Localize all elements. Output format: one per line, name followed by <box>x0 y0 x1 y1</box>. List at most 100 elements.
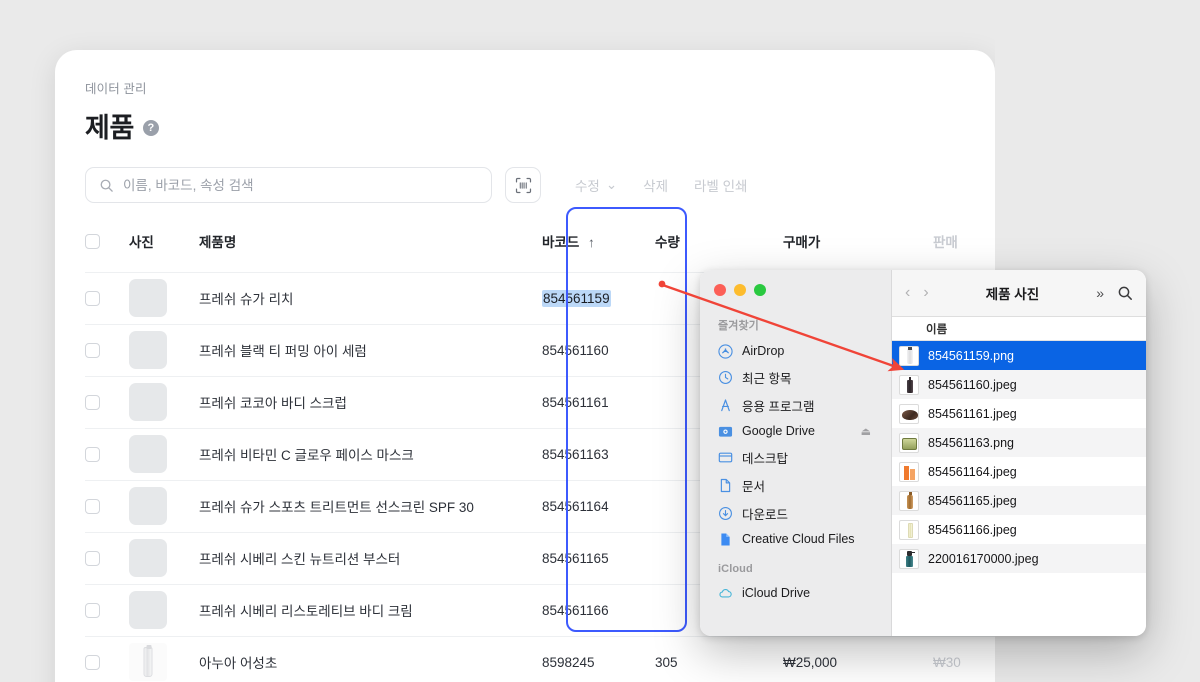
row-checkbox[interactable] <box>85 603 100 618</box>
sidebar-item-documents[interactable]: 문서 <box>700 471 891 499</box>
sidebar-item-downloads[interactable]: 다운로드 <box>700 499 891 527</box>
product-barcode: 854561166 <box>542 584 655 636</box>
row-checkbox[interactable] <box>85 499 100 514</box>
sidebar-item-label: 최근 항목 <box>742 368 791 387</box>
file-name: 854561166.jpeg <box>928 523 1017 537</box>
selected-barcode-text: 854561159 <box>542 290 611 307</box>
list-item[interactable]: 854561163.png <box>892 428 1146 457</box>
column-header-name[interactable]: 제품명 <box>199 226 542 272</box>
forward-icon[interactable]: › <box>923 285 928 301</box>
minimize-window-button[interactable] <box>734 284 746 296</box>
file-name: 854561161.jpeg <box>928 407 1017 421</box>
document-icon <box>718 478 733 493</box>
more-toolbar-items-icon[interactable]: » <box>1096 285 1104 301</box>
product-thumbnail-placeholder <box>129 279 167 317</box>
product-thumbnail-placeholder <box>129 435 167 473</box>
search-input[interactable] <box>123 178 478 193</box>
sidebar-item-label: 데스크탑 <box>742 448 788 467</box>
desktop-icon <box>718 450 733 465</box>
print-label-action-label: 라벨 인쇄 <box>694 175 747 195</box>
page-title-row: 제품 ? <box>85 106 965 145</box>
delete-action[interactable]: 삭제 <box>643 175 668 195</box>
file-name: 854561165.jpeg <box>928 494 1017 508</box>
download-icon <box>718 506 733 521</box>
row-checkbox[interactable] <box>85 655 100 670</box>
file-list-column-header[interactable]: 이름 <box>892 317 1146 341</box>
toolbar-actions: 수정 ⌄ 삭제 라벨 인쇄 <box>575 175 747 195</box>
search-icon[interactable] <box>1117 285 1133 301</box>
finder-titlebar: ‹ › 제품 사진 » <box>892 270 1146 317</box>
file-name: 854561159.png <box>928 349 1014 363</box>
sidebar-item-airdrop[interactable]: AirDrop <box>700 339 891 363</box>
product-barcode: 854561160 <box>542 324 655 376</box>
barcode-scan-button[interactable] <box>505 167 541 203</box>
print-label-action[interactable]: 라벨 인쇄 <box>694 175 747 195</box>
product-name: 아누아 어성초 <box>199 636 542 682</box>
row-checkbox[interactable] <box>85 291 100 306</box>
row-checkbox[interactable] <box>85 551 100 566</box>
table-row[interactable]: 아누아 어성초 8598245 305 ₩25,000 ₩30 <box>85 636 995 682</box>
row-checkbox[interactable] <box>85 343 100 358</box>
sidebar-item-label: 문서 <box>742 476 765 495</box>
column-header-sale-price[interactable]: 판매 <box>933 226 995 272</box>
product-barcode: 854561165 <box>542 532 655 584</box>
page-title: 제품 <box>85 106 134 145</box>
cloud-icon <box>718 586 733 601</box>
close-window-button[interactable] <box>714 284 726 296</box>
table-header-row: 사진 제품명 바코드 ↑ 수량 구매가 판매 <box>85 226 995 272</box>
breadcrumb: 데이터 관리 <box>85 78 965 97</box>
eject-icon[interactable]: ⏏ <box>861 425 881 438</box>
sidebar-item-creative-cloud-files[interactable]: Creative Cloud Files <box>700 527 891 551</box>
product-quantity: 305 <box>655 636 783 682</box>
barcode-scan-icon <box>515 177 532 194</box>
file-name: 854561164.jpeg <box>928 465 1017 479</box>
product-name: 프레쉬 슈가 리치 <box>199 272 542 324</box>
list-item[interactable]: 854561165.jpeg <box>892 486 1146 515</box>
list-item[interactable]: 854561160.jpeg <box>892 370 1146 399</box>
list-item[interactable]: 220016170000.jpeg <box>892 544 1146 573</box>
sidebar-item-label: Google Drive <box>742 424 815 438</box>
product-name: 프레쉬 코코아 바디 스크럽 <box>199 376 542 428</box>
column-header-quantity[interactable]: 수량 <box>655 226 783 272</box>
creative-cloud-file-icon <box>718 532 733 547</box>
sidebar-item-applications[interactable]: 응용 프로그램 ⏏ <box>700 391 891 419</box>
column-header-photo[interactable]: 사진 <box>129 226 199 272</box>
select-all-header <box>85 226 129 272</box>
file-thumbnail <box>899 346 919 366</box>
sidebar-item-desktop[interactable]: 데스크탑 <box>700 443 891 471</box>
finder-main-panel: ‹ › 제품 사진 » 이름 854561159.png <box>892 270 1146 636</box>
sidebar-item-recents[interactable]: 최근 항목 <box>700 363 891 391</box>
zoom-window-button[interactable] <box>754 284 766 296</box>
finder-sidebar: 즐겨찾기 AirDrop 최근 항목 <box>700 270 892 636</box>
list-item[interactable]: 854561161.jpeg <box>892 399 1146 428</box>
finder-window: 즐겨찾기 AirDrop 최근 항목 <box>700 270 1146 636</box>
toolbar: 수정 ⌄ 삭제 라벨 인쇄 <box>85 167 965 203</box>
product-barcode: 854561163 <box>542 428 655 480</box>
column-header-barcode[interactable]: 바코드 ↑ <box>542 226 655 272</box>
sidebar-item-icloud-drive[interactable]: iCloud Drive <box>700 581 891 605</box>
edit-action[interactable]: 수정 ⌄ <box>575 175 617 195</box>
list-item[interactable]: 854561166.jpeg <box>892 515 1146 544</box>
list-item[interactable]: 854561159.png <box>892 341 1146 370</box>
file-name: 854561160.jpeg <box>928 378 1017 392</box>
row-checkbox[interactable] <box>85 447 100 462</box>
column-header-purchase-price[interactable]: 구매가 <box>783 226 933 272</box>
window-traffic-lights <box>700 281 891 317</box>
sidebar-group-favorites-label: 즐겨찾기 <box>700 317 891 339</box>
sort-ascending-icon: ↑ <box>588 235 595 250</box>
file-name: 854561163.png <box>928 436 1014 450</box>
sidebar-item-label: 응용 프로그램 <box>742 396 814 415</box>
product-sale-price: ₩30 <box>933 636 995 682</box>
row-checkbox[interactable] <box>85 395 100 410</box>
file-thumbnail <box>899 520 919 540</box>
sidebar-item-google-drive[interactable]: Google Drive ⏏ <box>700 419 891 443</box>
file-list: 854561159.png 854561160.jpeg 854561161.j… <box>892 341 1146 636</box>
column-header-barcode-label: 바코드 <box>542 235 579 250</box>
back-icon[interactable]: ‹ <box>905 285 910 301</box>
sidebar-item-label: Creative Cloud Files <box>742 532 855 546</box>
question-mark-icon[interactable]: ? <box>143 120 159 136</box>
select-all-checkbox[interactable] <box>85 234 100 249</box>
product-barcode: 854561159 <box>542 272 655 324</box>
search-box[interactable] <box>85 167 492 203</box>
list-item[interactable]: 854561164.jpeg <box>892 457 1146 486</box>
